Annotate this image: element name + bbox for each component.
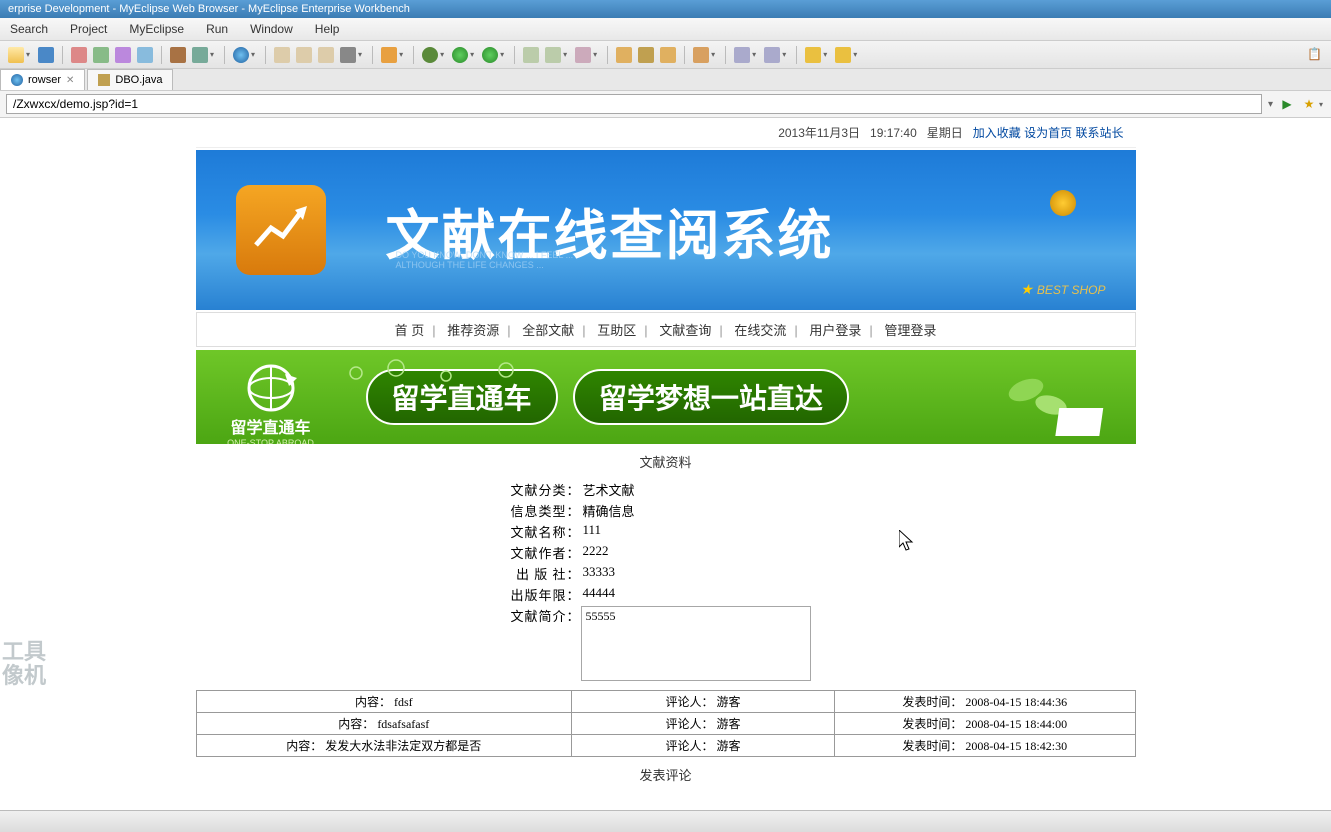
tab-label: DBO.java [115,74,162,86]
url-bar: ▾ ▶ ★▾ [0,91,1331,118]
menu-search[interactable]: Search [6,20,52,38]
menu-window[interactable]: Window [246,20,297,38]
go-icon[interactable]: ▶ [1279,96,1295,112]
back-icon[interactable] [805,47,821,63]
browser-content: 2013年11月3日 19:17:40 星期日 加入收藏 设为首页 联系站长 文… [0,118,1331,798]
menu-help[interactable]: Help [311,20,344,38]
menu-run[interactable]: Run [202,20,232,38]
summary-textarea[interactable] [581,606,811,681]
comments-table: 内容： fdsf 评论人： 游客 发表时间： 2008-04-15 18:44:… [196,690,1136,757]
table-row: 内容： 发发大水法非法定双方都是否 评论人： 游客 发表时间： 2008-04-… [196,735,1135,757]
detail-row: 信息类型：精确信息 [506,500,826,521]
nav-chat[interactable]: 在线交流 [726,323,794,338]
ad-pill-2: 留学梦想一站直达 [573,369,849,425]
globe-icon[interactable] [233,47,249,63]
menubar: Search Project MyEclipse Run Window Help [0,18,1331,41]
tab-label: rowser [28,74,61,86]
tool-icon[interactable] [93,47,109,63]
camera-icon[interactable] [340,47,356,63]
deploy-icon[interactable] [170,47,186,63]
link-contact[interactable]: 联系站长 [1075,126,1123,140]
banner-subtitle: DO YOU KNOW, DON'T KNOW ... I FEEL ... A… [396,250,574,270]
forward-icon[interactable] [835,47,851,63]
status-bar [0,810,1331,832]
tool-icon[interactable] [575,47,591,63]
folder-icon[interactable] [318,47,334,63]
table-row: 内容： fdsf 评论人： 游客 发表时间： 2008-04-15 18:44:… [196,691,1135,713]
tool-icon[interactable] [545,47,561,63]
favorite-icon[interactable]: ★ [1301,96,1317,112]
close-icon[interactable]: ✕ [66,75,74,86]
link-favorite[interactable]: 加入收藏 [973,126,1021,140]
folder-icon[interactable] [616,47,632,63]
ad-banner: 留学直通车 ONE-STOP ABROAD 留学直通车 留学梦想一站直达 [196,350,1136,444]
java-file-icon [98,74,110,86]
nav-recommend[interactable]: 推荐资源 [439,323,507,338]
detail-row: 文献作者：2222 [506,542,826,563]
tab-dbo-java[interactable]: DBO.java [87,69,173,90]
page-topbar: 2013年11月3日 19:17:40 星期日 加入收藏 设为首页 联系站长 [196,118,1136,148]
main-nav: 首 页| 推荐资源| 全部文献| 互助区| 文献查询| 在线交流| 用户登录| … [196,312,1136,347]
tab-browser[interactable]: rowser ✕ [0,69,85,90]
tool-icon[interactable] [71,47,87,63]
detail-row: 出 版 社：33333 [506,563,826,584]
nav-home[interactable]: 首 页 [387,323,433,338]
tool-icon[interactable] [764,47,780,63]
date-text: 2013年11月3日 [778,124,860,141]
detail-row: 文献名称：111 [506,521,826,542]
nav-search[interactable]: 文献查询 [651,323,719,338]
badge-icon [1050,190,1076,216]
run-icon[interactable] [452,47,468,63]
comment-form-title: 发表评论 [196,757,1136,792]
folder-icon[interactable] [660,47,676,63]
nav-admin-login[interactable]: 管理登录 [876,323,944,338]
time-text: 19:17:40 [870,126,917,140]
toolbar: ▾ ▾ ▾ ▾ ▾ ▾ ▾ ▾ ▾ ▾ ▾ ▾ ▾ ▾ ▾ 📋 [0,41,1331,69]
wand-icon[interactable] [381,47,397,63]
banner-logo-icon [236,185,326,275]
globe-icon [11,74,23,86]
nav-all[interactable]: 全部文献 [514,323,582,338]
debug-icon[interactable] [422,47,438,63]
folder-icon[interactable] [274,47,290,63]
perspective-icon[interactable]: 📋 [1307,47,1323,63]
ad-logo: 留学直通车 ONE-STOP ABROAD [216,362,326,432]
detail-row: 文献分类：艺术文献 [506,479,826,500]
menu-project[interactable]: Project [66,20,111,38]
save-icon[interactable] [38,47,54,63]
leaf-icon [996,360,1116,443]
menu-myeclipse[interactable]: MyEclipse [125,20,188,38]
link-homepage[interactable]: 设为首页 [1024,126,1072,140]
best-shop-label: ★ BEST SHOP [1020,281,1105,298]
tool-icon[interactable] [115,47,131,63]
nav-help[interactable]: 互助区 [589,323,644,338]
star-icon: ★ [1020,281,1033,298]
nav-user-login[interactable]: 用户登录 [801,323,869,338]
pencil-icon[interactable] [638,47,654,63]
url-dropdown-icon[interactable]: ▾ [1268,99,1273,110]
server-icon[interactable] [192,47,208,63]
detail-row: 出版年限：44444 [506,584,826,605]
banner: 文献在线查阅系统 DO YOU KNOW, DON'T KNOW ... I F… [196,150,1136,310]
detail-block: 文献分类：艺术文献 信息类型：精确信息 文献名称：111 文献作者：2222 出… [506,479,826,682]
table-row: 内容： fdsafsafasf 评论人： 游客 发表时间： 2008-04-15… [196,713,1135,735]
run-ext-icon[interactable] [482,47,498,63]
folder-icon[interactable] [296,47,312,63]
tool-icon[interactable] [523,47,539,63]
weekday-text: 星期日 [927,124,963,141]
tool-icon[interactable] [137,47,153,63]
detail-row-summary: 文献简介： [506,605,826,682]
window-title: erprise Development - MyEclipse Web Brow… [0,0,1331,18]
section-title: 文献资料 [196,444,1136,479]
new-icon[interactable] [8,47,24,63]
url-input[interactable] [6,94,1262,114]
tool-icon[interactable] [734,47,750,63]
editor-tabs: rowser ✕ DBO.java [0,69,1331,91]
tool-icon[interactable] [693,47,709,63]
